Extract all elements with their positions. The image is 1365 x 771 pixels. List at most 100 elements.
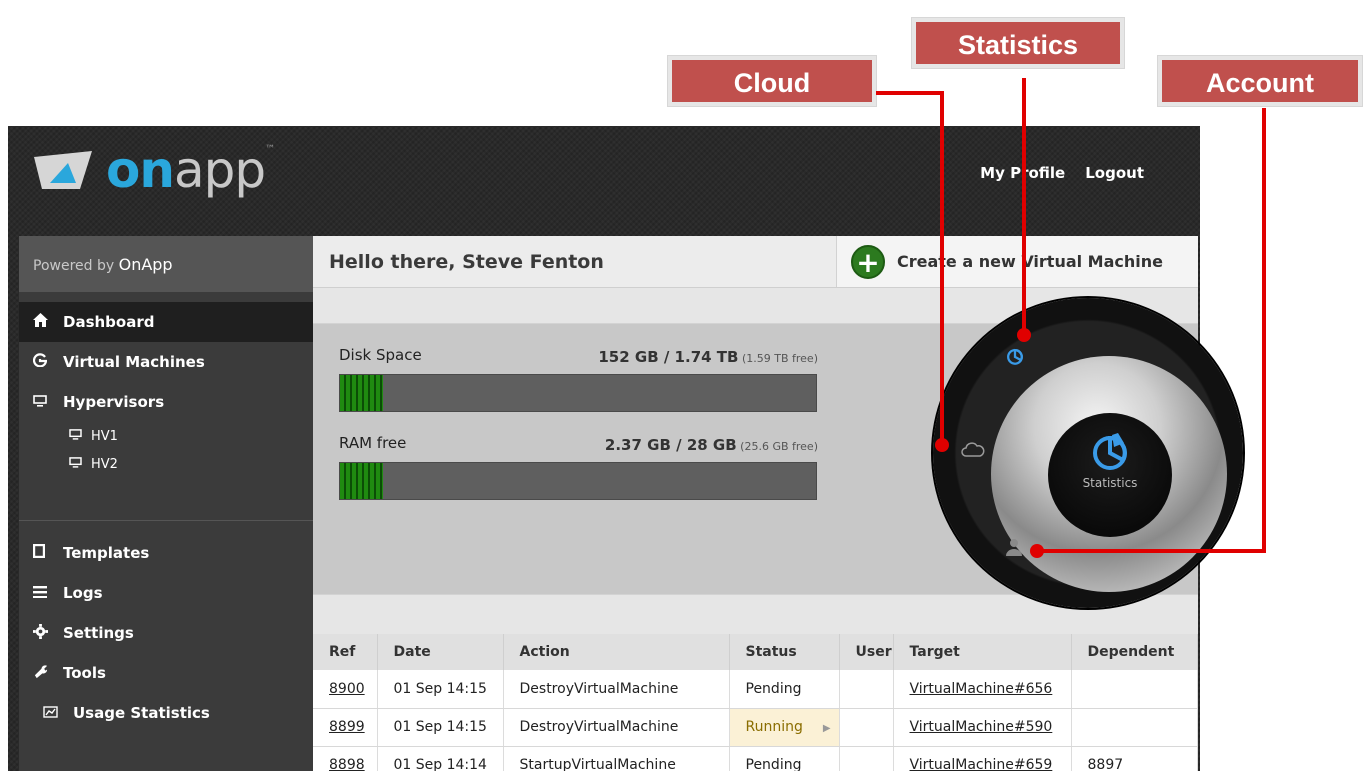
sidebar-divider [19,520,314,521]
sidebar-item-label: Dashboard [63,313,155,331]
onapp-logo-icon [34,151,92,189]
target-link[interactable]: VirtualMachine#659 [893,746,1072,771]
cloud-icon[interactable] [961,442,985,458]
column-header-status[interactable]: Status [729,634,840,670]
monitor-icon [33,393,63,411]
account-callout: Account [1157,55,1363,107]
onapp-logo[interactable]: onapp™ [32,140,275,200]
disk-space-bar [339,374,817,412]
sidebar-item-label: Hypervisors [63,393,165,411]
dial-center-label: Statistics [1082,476,1138,490]
account-connector [1262,108,1266,552]
date-cell: 01 Sep 14:15 [377,670,504,709]
logout-link[interactable]: Logout [1085,164,1144,182]
action-cell: DestroyVirtualMachine [503,670,730,709]
column-header-action[interactable]: Action [503,634,730,670]
sidebar-item-virtual-machines[interactable]: Virtual Machines [19,342,314,382]
sidebar-item-hypervisors[interactable]: Hypervisors [19,382,314,422]
template-icon [32,543,63,562]
column-header-target[interactable]: Target [893,634,1072,670]
create-vm-label: Create a new Virtual Machine [897,252,1163,271]
user-cell [839,708,894,747]
status-cell-running[interactable]: Running ▶ [729,708,840,747]
screenshot-stage: Cloud Statistics Account onapp™ My Profi… [0,0,1365,771]
dependent-cell: 8897 [1071,746,1198,771]
main-header: Hello there, Steve Fenton + Create a new… [313,236,1198,288]
sidebar-item-label: Logs [63,584,103,602]
user-cell [839,670,894,709]
date-cell: 01 Sep 14:15 [377,708,504,747]
sidebar-subitem-label: HV1 [91,428,118,444]
table-row: 8899 01 Sep 14:15 DestroyVirtualMachine … [313,708,1198,747]
powered-by-brand: OnApp [118,255,173,274]
sidebar-item-dashboard[interactable]: Dashboard [19,302,314,342]
account-connector-dot [1030,544,1044,558]
ram-free-bar-fill [340,463,383,499]
user-cell [839,746,894,771]
account-connector [1038,549,1266,553]
cloud-connector [940,91,944,444]
ref-link[interactable]: 8899 [313,708,378,747]
pie-chart-icon [1093,433,1127,470]
sidebar: Powered by OnApp Dashboard Virtual Machi… [19,236,314,771]
column-header-dependent[interactable]: Dependent [1071,634,1198,670]
statistics-connector-dot [1017,328,1031,342]
sidebar-item-settings[interactable]: Settings [19,613,314,653]
chart-icon [43,704,73,722]
sidebar-item-templates[interactable]: Templates [19,533,314,573]
date-cell: 01 Sep 14:14 [377,746,504,771]
wrench-icon [33,664,63,683]
navigation-dial: Statistics [933,298,1243,608]
status-cell: Pending [729,746,840,771]
sidebar-item-label: Templates [63,544,150,562]
greeting-text: Hello there, Steve Fenton [313,236,836,287]
sidebar-item-label: Settings [63,624,134,642]
table-row: 8898 01 Sep 14:14 StartupVirtualMachine … [313,746,1198,771]
column-header-date[interactable]: Date [377,634,504,670]
monitor-icon [69,429,91,443]
column-header-user[interactable]: User [839,634,894,670]
action-cell: DestroyVirtualMachine [503,708,730,747]
sidebar-subitem-hv1[interactable]: HV1 [19,422,314,450]
sidebar-item-tools[interactable]: Tools [19,653,314,693]
play-icon: ▶ [822,723,831,734]
home-icon [33,313,63,331]
cloud-connector-dot [935,438,949,452]
dependent-cell [1071,708,1198,747]
ref-link[interactable]: 8900 [313,670,378,709]
account-icon[interactable] [1005,538,1023,556]
sidebar-subitem-hv2[interactable]: HV2 [19,450,314,478]
column-header-ref[interactable]: Ref [313,634,378,670]
statistics-callout: Statistics [911,17,1125,69]
ram-free-label: RAM free [339,434,407,452]
target-link[interactable]: VirtualMachine#656 [893,670,1072,709]
ram-free-value: 2.37 GB / 28 GB (25.6 GB free) [604,436,818,454]
ref-link[interactable]: 8898 [313,746,378,771]
statistics-connector [1022,78,1026,334]
disk-space-bar-fill [340,375,383,411]
table-header-row: Ref Date Action Status User Target Depen… [313,634,1198,670]
onapp-wordmark: onapp™ [106,141,275,199]
status-text: Running [745,719,803,735]
gear-icon [33,623,63,643]
ram-free-bar [339,462,817,500]
create-vm-button[interactable]: + Create a new Virtual Machine [836,236,1198,287]
dial-center-button[interactable]: Statistics [1048,413,1172,537]
sidebar-subitem-label: HV2 [91,456,118,472]
monitor-icon [69,457,91,471]
dependent-cell [1071,670,1198,709]
target-link[interactable]: VirtualMachine#590 [893,708,1072,747]
cloud-connector [876,91,944,95]
sidebar-item-logs[interactable]: Logs [19,573,314,613]
powered-by: Powered by OnApp [19,236,314,292]
disk-space-value: 152 GB / 1.74 TB (1.59 TB free) [598,348,818,366]
sidebar-item-usage-statistics[interactable]: Usage Statistics [19,693,314,733]
statistics-icon[interactable] [1005,346,1025,366]
disk-space-label: Disk Space [339,346,422,364]
sidebar-item-label: Virtual Machines [63,353,205,371]
top-nav: My Profile Logout [980,164,1144,182]
sidebar-item-label: Usage Statistics [73,704,210,722]
action-cell: StartupVirtualMachine [503,746,730,771]
virtual-machines-icon [32,353,63,371]
sidebar-item-label: Tools [63,664,106,682]
